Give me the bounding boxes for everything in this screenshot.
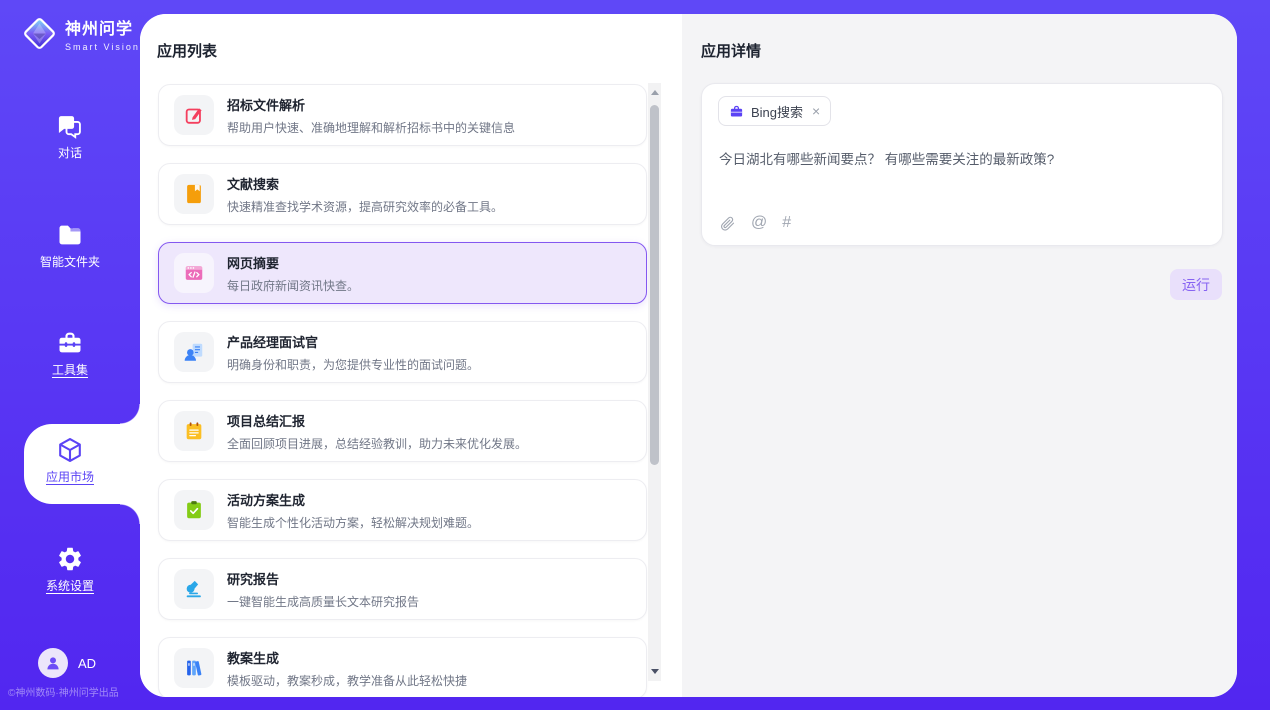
input-toolbar: @ # [719,214,791,232]
folder-icon [56,221,84,249]
app-icon-box [174,648,214,688]
app-icon-box [174,332,214,372]
brand-subtitle: Smart Vision [65,42,140,52]
app-icon-box [174,490,214,530]
brand-logo: 神州问学 Smart Vision [21,15,140,52]
app-icon-box [174,95,214,135]
tool-tag-label: Bing搜索 [751,102,803,121]
attachment-icon[interactable] [719,215,736,232]
app-detail-panel: 应用详情 Bing搜索 × 今日湖北有哪些新闻要点？ 有哪些需要关注的最新政策?… [682,14,1237,697]
app-card-tender-parse[interactable]: 招标文件解析 帮助用户快速、准确地理解和解析招标书中的关键信息 [158,84,647,146]
app-card-pm-interviewer[interactable]: 产品经理面试官 明确身份和职责，为您提供专业性的面试问题。 [158,321,647,383]
sidebar-item-settings[interactable]: 系统设置 [0,545,140,595]
app-desc: 帮助用户快速、准确地理解和解析招标书中的关键信息 [227,119,515,136]
app-desc: 每日政府新闻资讯快查。 [227,277,359,294]
app-name: 教案生成 [227,648,467,667]
app-icon-box [174,569,214,609]
app-icon-box [174,253,214,293]
tool-tag-bing-search[interactable]: Bing搜索 × [718,96,831,126]
app-icon-box [174,174,214,214]
avatar [38,648,68,678]
app-card-web-summary[interactable]: 网页摘要 每日政府新闻资讯快查。 [158,242,647,304]
app-desc: 全面回顾项目进展，总结经验教训，助力未来优化发展。 [227,435,527,452]
app-desc: 模板驱动，教案秒成，教学准备从此轻松快捷 [227,672,467,689]
app-detail-title: 应用详情 [701,40,761,61]
scrollbar-thumb[interactable] [650,105,659,465]
toolbox-icon [56,329,84,357]
bottom-divider [0,710,1270,714]
interviewer-icon [183,341,205,363]
app-list-title: 应用列表 [157,40,217,61]
app-desc: 快速精准查找学术资源，提高研究效率的必备工具。 [227,198,503,215]
active-nav-fillet-bottom [120,504,141,524]
run-button[interactable]: 运行 [1170,269,1222,300]
cube-icon [56,436,84,464]
sidebar-item-label: 智能文件夹 [40,253,100,270]
sidebar-item-label: 对话 [58,144,82,161]
app-name: 招标文件解析 [227,95,515,114]
chat-bubbles-icon [56,112,84,140]
book-icon [183,183,205,205]
sidebar-item-label: 应用市场 [46,468,94,485]
app-desc: 智能生成个性化活动方案，轻松解决规划难题。 [227,514,479,531]
active-nav-fillet-top [120,404,141,424]
app-card-project-summary[interactable]: 项目总结汇报 全面回顾项目进展，总结经验教训，助力未来优化发展。 [158,400,647,462]
sidebar: 神州问学 Smart Vision 对话 智能文件夹 工具集 [0,0,140,710]
diamond-gem-icon [21,15,58,52]
app-name: 研究报告 [227,569,419,588]
copyright-footer: ©神州数码·神州问学出品 [8,684,119,699]
app-name: 项目总结汇报 [227,411,527,430]
app-icon-box [174,411,214,451]
gear-icon [56,545,84,573]
microscope-icon [183,578,205,600]
books-icon [183,657,205,679]
browser-code-icon [183,262,205,284]
user-account[interactable]: AD [38,648,96,678]
app-card-literature-search[interactable]: 文献搜索 快速精准查找学术资源，提高研究效率的必备工具。 [158,163,647,225]
notepad-icon [183,420,205,442]
app-name: 文献搜索 [227,174,503,193]
brand-name: 神州问学 [65,15,140,39]
app-name: 网页摘要 [227,253,359,272]
sidebar-item-label: 工具集 [52,361,88,378]
app-card-research-report[interactable]: 研究报告 一键智能生成高质量长文本研究报告 [158,558,647,620]
tag-close-icon[interactable]: × [812,104,820,118]
edit-square-icon [183,104,205,126]
hash-icon[interactable]: # [782,214,791,232]
clipboard-check-icon [183,499,205,521]
sidebar-item-toolkit[interactable]: 工具集 [0,329,140,379]
app-card-lesson-plan[interactable]: 教案生成 模板驱动，教案秒成，教学准备从此轻松快捷 [158,637,647,697]
sidebar-item-smart-folder[interactable]: 智能文件夹 [0,221,140,271]
main-content: 应用列表 招标文件解析 帮助用户快速、准确地理解和解析招标书中的关键信息 [140,14,1237,697]
scroll-down-arrow-icon[interactable] [651,669,659,674]
sidebar-item-app-market[interactable]: 应用市场 [0,436,140,486]
app-name: 活动方案生成 [227,490,479,509]
user-name: AD [78,656,96,671]
app-name: 产品经理面试官 [227,332,479,351]
query-input[interactable]: 今日湖北有哪些新闻要点？ 有哪些需要关注的最新政策? [719,148,1199,168]
scroll-up-arrow-icon[interactable] [651,90,659,95]
mention-icon[interactable]: @ [751,214,767,232]
sidebar-item-label: 系统设置 [46,577,94,594]
app-list-panel: 应用列表 招标文件解析 帮助用户快速、准确地理解和解析招标书中的关键信息 [140,14,682,697]
briefcase-icon [729,104,744,119]
app-detail-card: Bing搜索 × 今日湖北有哪些新闻要点？ 有哪些需要关注的最新政策? @ # [701,83,1223,246]
app-desc: 一键智能生成高质量长文本研究报告 [227,593,419,610]
sidebar-item-chat[interactable]: 对话 [0,112,140,162]
app-card-event-plan[interactable]: 活动方案生成 智能生成个性化活动方案，轻松解决规划难题。 [158,479,647,541]
app-desc: 明确身份和职责，为您提供专业性的面试问题。 [227,356,479,373]
app-list-scrollbar[interactable] [648,83,661,681]
person-avatar-icon [44,654,62,672]
